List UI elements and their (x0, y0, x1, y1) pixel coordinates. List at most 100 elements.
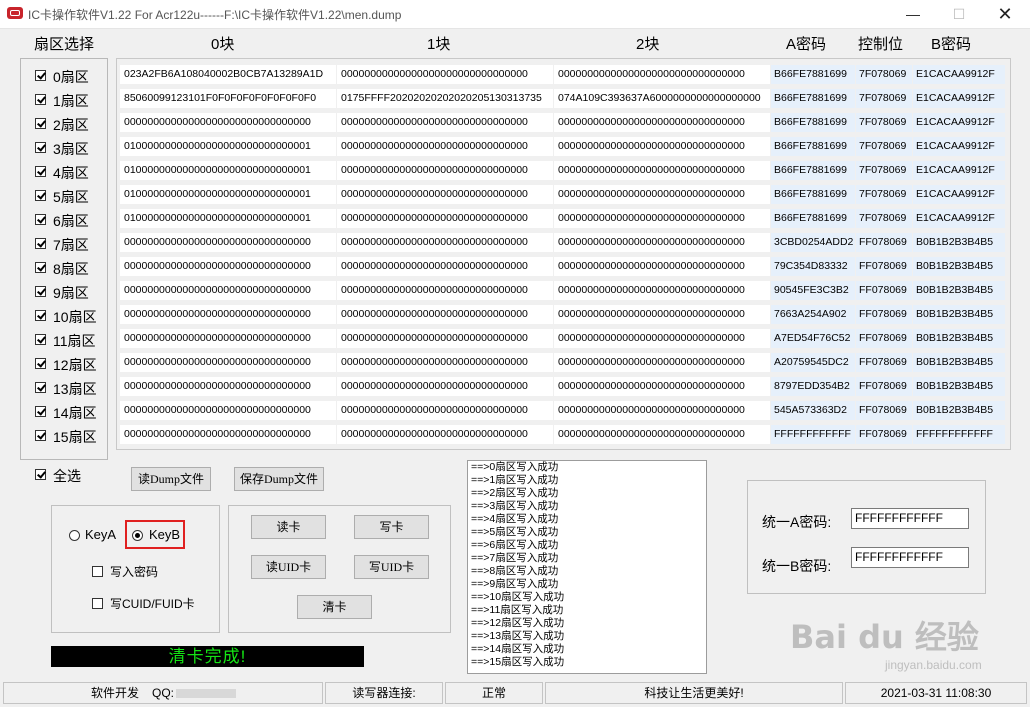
sector-3-checkbox[interactable] (35, 142, 46, 153)
key-b-cell[interactable]: E1CACAA9912F (913, 65, 1005, 84)
key-b-cell[interactable]: E1CACAA9912F (913, 137, 1005, 156)
clear-card-button[interactable]: 清卡 (297, 595, 372, 619)
sector-15-checkbox[interactable] (35, 430, 46, 441)
block2-cell[interactable]: 074A109C393637A6000000000000000000 (554, 89, 770, 108)
block2-cell[interactable]: 00000000000000000000000000000000 (554, 161, 770, 180)
block0-cell[interactable]: 00000000000000000000000000000000 (120, 377, 336, 396)
key-b-cell[interactable]: E1CACAA9912F (913, 113, 1005, 132)
block0-cell[interactable]: 00000000000000000000000000000000 (120, 257, 336, 276)
key-b-cell[interactable]: B0B1B2B3B4B5 (913, 353, 1005, 372)
block1-cell[interactable]: 00000000000000000000000000000000 (337, 377, 553, 396)
read-card-button[interactable]: 读卡 (251, 515, 326, 539)
write-password-checkbox[interactable] (92, 566, 103, 577)
sector-7-checkbox[interactable] (35, 238, 46, 249)
control-bits-cell[interactable]: FF078069 (856, 425, 912, 444)
minimize-button[interactable]: — (890, 0, 936, 28)
maximize-button[interactable]: ☐ (936, 0, 982, 28)
write-uid-card-button[interactable]: 写UID卡 (354, 555, 429, 579)
key-a-cell[interactable]: 90545FE3C3B2 (771, 281, 855, 300)
block1-cell[interactable]: 00000000000000000000000000000000 (337, 65, 553, 84)
block0-cell[interactable]: 00000000000000000000000000000000 (120, 281, 336, 300)
control-bits-cell[interactable]: FF078069 (856, 233, 912, 252)
block2-cell[interactable]: 00000000000000000000000000000000 (554, 305, 770, 324)
sector-9-checkbox[interactable] (35, 286, 46, 297)
key-a-cell[interactable]: 7663A254A902 (771, 305, 855, 324)
key-b-cell[interactable]: E1CACAA9912F (913, 89, 1005, 108)
key-b-radio[interactable] (132, 530, 143, 541)
block1-cell[interactable]: 00000000000000000000000000000000 (337, 353, 553, 372)
key-a-cell[interactable]: 545A573363D2 (771, 401, 855, 420)
control-bits-cell[interactable]: FF078069 (856, 281, 912, 300)
key-b-cell[interactable]: E1CACAA9912F (913, 161, 1005, 180)
block2-cell[interactable]: 00000000000000000000000000000000 (554, 185, 770, 204)
block2-cell[interactable]: 00000000000000000000000000000000 (554, 137, 770, 156)
key-a-radio[interactable] (69, 530, 80, 541)
select-all-checkbox[interactable] (35, 469, 46, 480)
block1-cell[interactable]: 00000000000000000000000000000000 (337, 305, 553, 324)
block0-cell[interactable]: 00000000000000000000000000000000 (120, 401, 336, 420)
block1-cell[interactable]: 00000000000000000000000000000000 (337, 401, 553, 420)
control-bits-cell[interactable]: FF078069 (856, 305, 912, 324)
sector-5-checkbox[interactable] (35, 190, 46, 201)
sector-8-checkbox[interactable] (35, 262, 46, 273)
block0-cell[interactable]: 01000000000000000000000000000001 (120, 185, 336, 204)
save-dump-button[interactable]: 保存Dump文件 (234, 467, 324, 491)
block0-cell[interactable]: 023A2FB6A108040002B0CB7A13289A1D (120, 65, 336, 84)
read-dump-button[interactable]: 读Dump文件 (131, 467, 211, 491)
block1-cell[interactable]: 00000000000000000000000000000000 (337, 209, 553, 228)
sector-1-checkbox[interactable] (35, 94, 46, 105)
block2-cell[interactable]: 00000000000000000000000000000000 (554, 401, 770, 420)
sector-10-checkbox[interactable] (35, 310, 46, 321)
unified-a-password-input[interactable]: FFFFFFFFFFFF (851, 508, 969, 529)
sector-11-checkbox[interactable] (35, 334, 46, 345)
block2-cell[interactable]: 00000000000000000000000000000000 (554, 353, 770, 372)
key-b-cell[interactable]: B0B1B2B3B4B5 (913, 329, 1005, 348)
key-a-cell[interactable]: FFFFFFFFFFFF (771, 425, 855, 444)
log-output[interactable]: ==>0扇区写入成功 ==>1扇区写入成功 ==>2扇区写入成功 ==>3扇区写入成功… (467, 460, 707, 674)
block0-cell[interactable]: 00000000000000000000000000000000 (120, 329, 336, 348)
block2-cell[interactable]: 00000000000000000000000000000000 (554, 281, 770, 300)
sector-14-checkbox[interactable] (35, 406, 46, 417)
control-bits-cell[interactable]: 7F078069 (856, 161, 912, 180)
block2-cell[interactable]: 00000000000000000000000000000000 (554, 65, 770, 84)
write-card-button[interactable]: 写卡 (354, 515, 429, 539)
write-cuid-checkbox[interactable] (92, 598, 103, 609)
key-b-cell[interactable]: B0B1B2B3B4B5 (913, 377, 1005, 396)
key-b-cell[interactable]: B0B1B2B3B4B5 (913, 281, 1005, 300)
block0-cell[interactable]: 01000000000000000000000000000001 (120, 209, 336, 228)
sector-4-checkbox[interactable] (35, 166, 46, 177)
sector-6-checkbox[interactable] (35, 214, 46, 225)
key-b-cell[interactable]: FFFFFFFFFFFF (913, 425, 1005, 444)
sector-2-checkbox[interactable] (35, 118, 46, 129)
control-bits-cell[interactable]: 7F078069 (856, 89, 912, 108)
block1-cell[interactable]: 00000000000000000000000000000000 (337, 329, 553, 348)
block2-cell[interactable]: 00000000000000000000000000000000 (554, 329, 770, 348)
control-bits-cell[interactable]: FF078069 (856, 329, 912, 348)
block1-cell[interactable]: 00000000000000000000000000000000 (337, 425, 553, 444)
unified-b-password-input[interactable]: FFFFFFFFFFFF (851, 547, 969, 568)
block0-cell[interactable]: 00000000000000000000000000000000 (120, 353, 336, 372)
key-a-cell[interactable]: 8797EDD354B2 (771, 377, 855, 396)
key-b-cell[interactable]: B0B1B2B3B4B5 (913, 257, 1005, 276)
block2-cell[interactable]: 00000000000000000000000000000000 (554, 377, 770, 396)
block0-cell[interactable]: 01000000000000000000000000000001 (120, 161, 336, 180)
block0-cell[interactable]: 00000000000000000000000000000000 (120, 113, 336, 132)
key-b-cell[interactable]: E1CACAA9912F (913, 185, 1005, 204)
block0-cell[interactable]: 00000000000000000000000000000000 (120, 425, 336, 444)
control-bits-cell[interactable]: 7F078069 (856, 137, 912, 156)
read-uid-card-button[interactable]: 读UID卡 (251, 555, 326, 579)
block1-cell[interactable]: 00000000000000000000000000000000 (337, 185, 553, 204)
block1-cell[interactable]: 00000000000000000000000000000000 (337, 137, 553, 156)
key-a-cell[interactable]: B66FE7881699 (771, 137, 855, 156)
control-bits-cell[interactable]: FF078069 (856, 353, 912, 372)
key-b-cell[interactable]: B0B1B2B3B4B5 (913, 305, 1005, 324)
control-bits-cell[interactable]: 7F078069 (856, 185, 912, 204)
block1-cell[interactable]: 00000000000000000000000000000000 (337, 233, 553, 252)
key-a-cell[interactable]: A20759545DC2 (771, 353, 855, 372)
control-bits-cell[interactable]: FF078069 (856, 377, 912, 396)
key-b-cell[interactable]: B0B1B2B3B4B5 (913, 401, 1005, 420)
block1-cell[interactable]: 00000000000000000000000000000000 (337, 257, 553, 276)
key-a-cell[interactable]: B66FE7881699 (771, 65, 855, 84)
block0-cell[interactable]: 00000000000000000000000000000000 (120, 305, 336, 324)
key-a-cell[interactable]: B66FE7881699 (771, 89, 855, 108)
